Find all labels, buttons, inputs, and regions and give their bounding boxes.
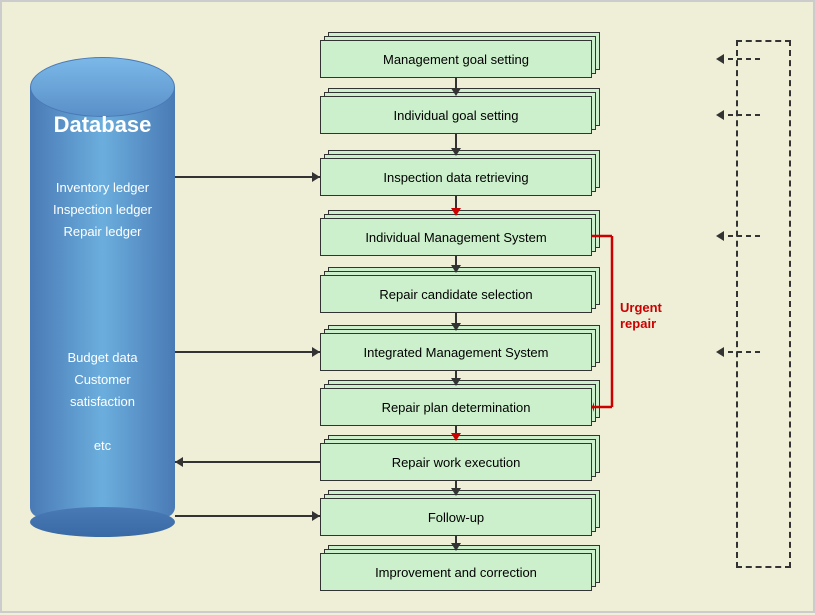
box-repair-work: Repair work execution [320,443,592,481]
database-title: Database [30,112,175,138]
database-top [30,57,175,117]
box-individual-mgmt: Individual Management System [320,218,592,256]
svg-text:repair: repair [620,316,656,331]
box-inspection-data: Inspection data retrieving [320,158,592,196]
database-container: Database Inventory ledgerInspection ledg… [30,57,175,537]
urgent-repair-label: Urgent [620,300,663,315]
box-individual-goal: Individual goal setting [320,96,592,134]
database-cylinder: Database Inventory ledgerInspection ledg… [30,57,175,537]
database-items1: Inventory ledgerInspection ledgerRepair … [30,177,175,243]
database-items2: Budget dataCustomersatisfactionetc [30,347,175,457]
box-follow-up: Follow-up [320,498,592,536]
box-improvement: Improvement and correction [320,553,592,591]
box-management-goal: Management goal setting [320,40,592,78]
main-canvas: Database Inventory ledgerInspection ledg… [0,0,815,613]
box-repair-candidate: Repair candidate selection [320,275,592,313]
database-bottom [30,507,175,537]
box-repair-plan: Repair plan determination [320,388,592,426]
dashed-feedback-box [736,40,791,568]
box-integrated-mgmt: Integrated Management System [320,333,592,371]
